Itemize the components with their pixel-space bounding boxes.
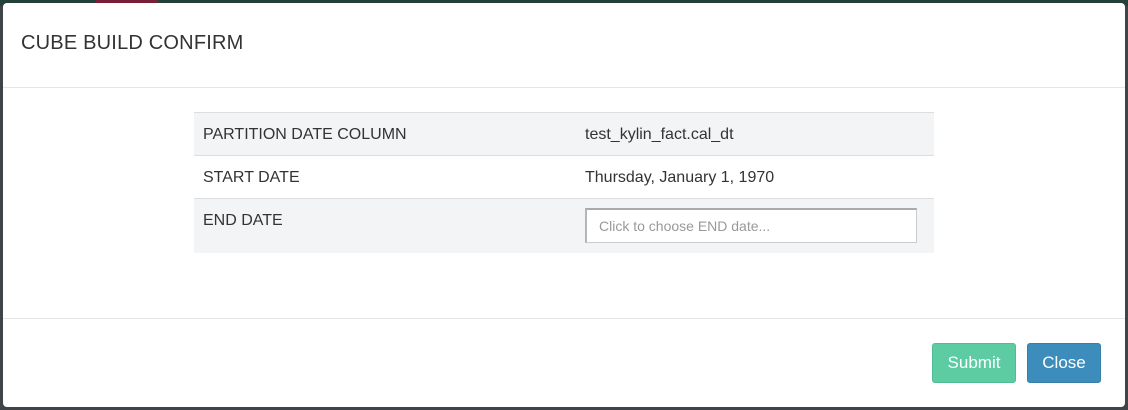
row-label: END DATE — [203, 212, 283, 229]
row-label: PARTITION DATE COLUMN — [203, 126, 407, 143]
close-button[interactable]: Close — [1027, 343, 1101, 383]
modal-title: CUBE BUILD CONFIRM — [21, 31, 244, 54]
row-value: test_kylin_fact.cal_dt — [585, 126, 734, 143]
row-value: Thursday, January 1, 1970 — [585, 169, 775, 186]
table-row-end-date: END DATE — [194, 198, 934, 253]
table-row-start-date: START DATE Thursday, January 1, 1970 — [194, 155, 934, 199]
modal-header: CUBE BUILD CONFIRM — [3, 3, 1125, 88]
end-date-input[interactable] — [585, 208, 917, 243]
submit-button[interactable]: Submit — [932, 343, 1016, 383]
cube-build-confirm-dialog: CUBE BUILD CONFIRM PARTITION DATE COLUMN… — [3, 3, 1125, 407]
row-label: START DATE — [203, 169, 300, 186]
table-row-partition-date-column: PARTITION DATE COLUMN test_kylin_fact.ca… — [194, 112, 934, 156]
build-info-table: PARTITION DATE COLUMN test_kylin_fact.ca… — [194, 112, 934, 253]
modal-footer: Submit Close — [3, 319, 1125, 407]
modal-body: PARTITION DATE COLUMN test_kylin_fact.ca… — [3, 88, 1125, 319]
row-value-cell — [576, 199, 934, 253]
